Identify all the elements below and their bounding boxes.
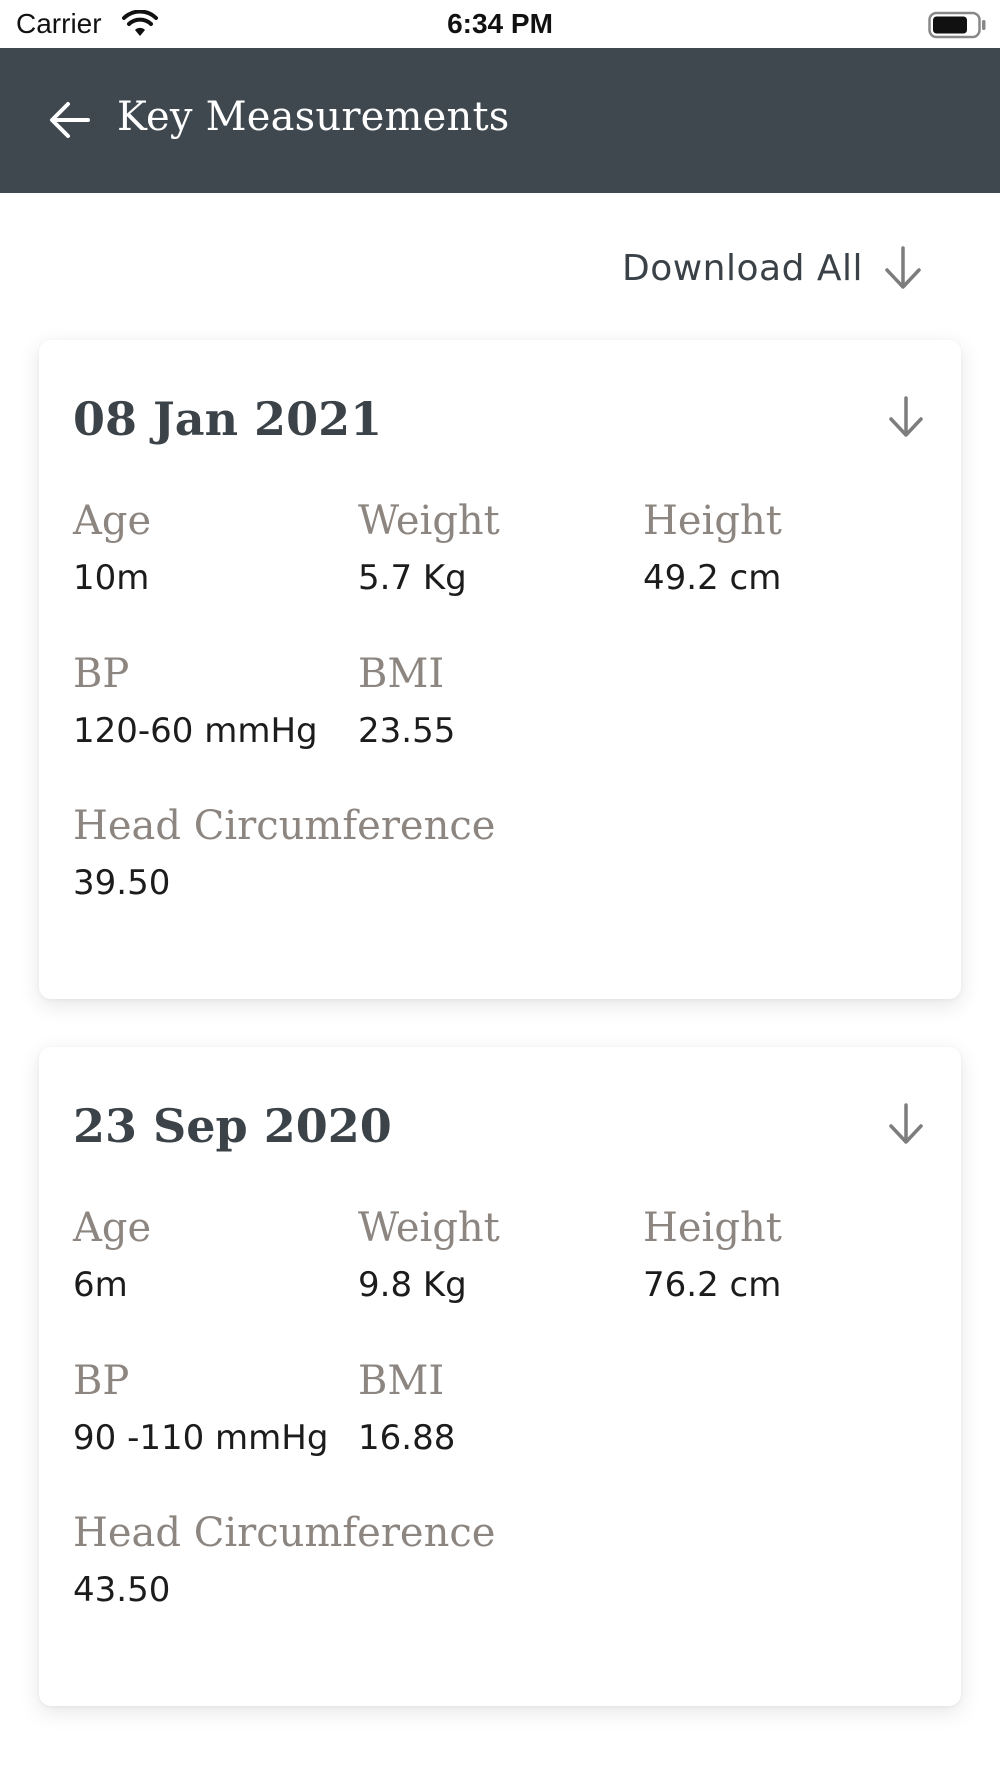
weight-value: 5.7 Kg	[358, 558, 467, 598]
download-all-label: Download All	[621, 247, 863, 289]
arrow-down-icon[interactable]	[885, 1102, 927, 1146]
age-field: Age 6m	[73, 1205, 151, 1305]
weight-field: Weight 9.8 Kg	[358, 1205, 500, 1305]
arrow-down-icon	[885, 246, 921, 289]
weight-label: Weight	[358, 1205, 500, 1251]
age-value: 10m	[73, 558, 150, 598]
head-circumference-value: 43.50	[73, 1570, 171, 1610]
height-field: Height 76.2 cm	[643, 1205, 782, 1305]
head-circumference-field: Head Circumference 43.50	[73, 1510, 495, 1610]
head-circumference-value: 39.50	[73, 863, 171, 903]
head-circumference-field: Head Circumference 39.50	[73, 803, 495, 903]
bp-label: BP	[73, 1358, 130, 1404]
measurement-card: 23 Sep 2020 Age 6m Weight 9.8 Kg Height …	[39, 1047, 961, 1706]
bmi-field: BMI 23.55	[358, 651, 455, 751]
head-circumference-label: Head Circumference	[73, 1510, 496, 1556]
record-date: 23 Sep 2020	[73, 1099, 392, 1153]
measurement-card: 08 Jan 2021 Age 10m Weight 5.7 Kg Height…	[39, 340, 961, 999]
bp-label: BP	[73, 651, 130, 697]
height-field: Height 49.2 cm	[643, 498, 782, 598]
height-label: Height	[643, 1205, 782, 1251]
download-all-button[interactable]: Download All	[622, 245, 925, 291]
age-label: Age	[73, 1205, 152, 1251]
bp-value: 120-60 mmHg	[73, 711, 318, 751]
weight-label: Weight	[358, 498, 500, 544]
bp-field: BP 120-60 mmHg	[73, 651, 318, 751]
arrow-down-icon[interactable]	[885, 395, 927, 439]
app-header: Key Measurements	[0, 48, 1000, 193]
bmi-label: BMI	[358, 651, 445, 697]
age-label: Age	[73, 498, 152, 544]
weight-field: Weight 5.7 Kg	[358, 498, 500, 598]
weight-value: 9.8 Kg	[358, 1265, 467, 1305]
arrow-left-icon[interactable]	[48, 100, 92, 140]
height-value: 49.2 cm	[643, 558, 782, 598]
bmi-value: 16.88	[358, 1418, 456, 1458]
age-field: Age 10m	[73, 498, 151, 598]
height-value: 76.2 cm	[643, 1265, 782, 1305]
status-bar: Carrier 6:34 PM	[0, 0, 1000, 48]
page-title: Key Measurements	[117, 94, 510, 140]
bmi-value: 23.55	[358, 711, 456, 751]
bmi-field: BMI 16.88	[358, 1358, 455, 1458]
main-content: Download All 08 Jan 2021 Age 10m Weight …	[0, 193, 1000, 1778]
bp-value: 90 -110 mmHg	[73, 1418, 329, 1458]
bp-field: BP 90 -110 mmHg	[73, 1358, 328, 1458]
height-label: Height	[643, 498, 782, 544]
status-time: 6:34 PM	[447, 8, 553, 39]
bmi-label: BMI	[358, 1358, 445, 1404]
record-date: 08 Jan 2021	[73, 392, 383, 446]
battery-icon	[928, 11, 986, 39]
age-value: 6m	[73, 1265, 128, 1305]
head-circumference-label: Head Circumference	[73, 803, 496, 849]
